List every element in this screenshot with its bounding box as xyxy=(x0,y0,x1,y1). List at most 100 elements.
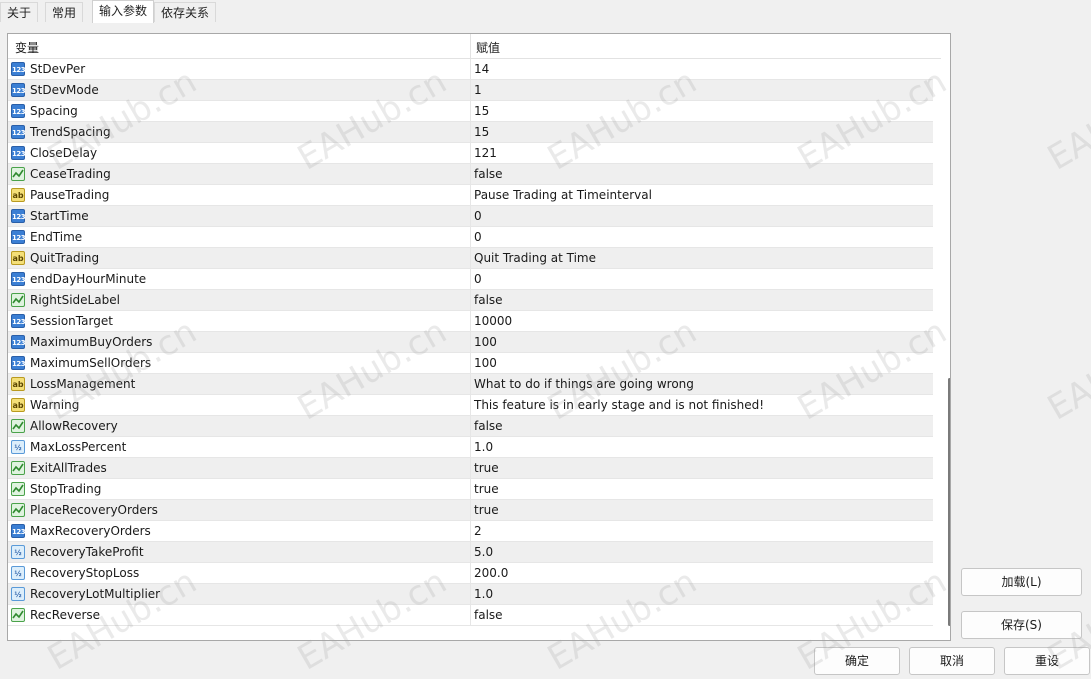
variable-value[interactable]: 10000 xyxy=(474,314,512,328)
column-header-variable[interactable]: 变量 xyxy=(15,39,39,56)
cell-divider xyxy=(470,143,471,164)
variable-value[interactable]: 5.0 xyxy=(474,545,493,559)
table-row[interactable]: ½ RecoveryStopLoss 200.0 xyxy=(8,563,933,584)
variable-name: PauseTrading xyxy=(30,188,110,202)
variable-value[interactable]: What to do if things are going wrong xyxy=(474,377,694,391)
ok-button[interactable]: 确定 xyxy=(814,647,900,675)
cell-divider xyxy=(470,248,471,269)
variable-name: RightSideLabel xyxy=(30,293,120,307)
variable-value[interactable]: 0 xyxy=(474,230,482,244)
table-row[interactable]: 123 StDevMode 1 xyxy=(8,80,933,101)
table-row[interactable]: ½ RecoveryLotMultiplier 1.0 xyxy=(8,584,933,605)
cancel-button[interactable]: 取消 xyxy=(909,647,995,675)
variable-value[interactable]: 100 xyxy=(474,356,497,370)
cell-divider xyxy=(470,59,471,80)
table-row[interactable]: 123 MaximumSellOrders 100 xyxy=(8,353,933,374)
variable-name: MaxRecoveryOrders xyxy=(30,524,151,538)
tab-inputs[interactable]: 输入参数 xyxy=(92,0,155,23)
variable-value[interactable]: 14 xyxy=(474,62,489,76)
variable-name: endDayHourMinute xyxy=(30,272,147,286)
variable-name: StopTrading xyxy=(30,482,102,496)
variable-value[interactable]: 100 xyxy=(474,335,497,349)
variable-value[interactable]: Pause Trading at Timeinterval xyxy=(474,188,652,202)
variable-name: RecReverse xyxy=(30,608,101,622)
tab-about[interactable]: 关于 xyxy=(0,2,39,22)
variable-value[interactable]: 2 xyxy=(474,524,482,538)
table-row[interactable]: ½ MaxLossPercent 1.0 xyxy=(8,437,933,458)
variable-name: StDevPer xyxy=(30,62,86,76)
inputs-table: 变量 赋值 123 StDevPer 14 123 StDevMode 1 123 Spaci… xyxy=(7,33,951,641)
int-icon: 123 xyxy=(11,83,26,97)
table-row[interactable]: ab PauseTrading Pause Trading at Timeinter… xyxy=(8,185,933,206)
bool-icon xyxy=(11,482,25,496)
int-icon: 123 xyxy=(11,209,26,223)
scrollbar-thumb[interactable] xyxy=(948,378,950,626)
load-button[interactable]: 加载(L) xyxy=(961,568,1082,596)
save-button[interactable]: 保存(S) xyxy=(961,611,1082,639)
table-row[interactable]: 123 EndTime 0 xyxy=(8,227,933,248)
variable-name: Spacing xyxy=(30,104,78,118)
table-row[interactable]: 123 MaxRecoveryOrders 2 xyxy=(8,521,933,542)
cell-divider xyxy=(470,332,471,353)
variable-value[interactable]: false xyxy=(474,293,503,307)
tab-common[interactable]: 常用 xyxy=(45,2,84,22)
table-row[interactable]: 123 Spacing 15 xyxy=(8,101,933,122)
cell-divider xyxy=(470,290,471,311)
table-row[interactable]: RightSideLabel false xyxy=(8,290,933,311)
table-row[interactable]: ½ RecoveryTakeProfit 5.0 xyxy=(8,542,933,563)
variable-value[interactable]: 15 xyxy=(474,104,489,118)
variable-value[interactable]: true xyxy=(474,461,499,475)
table-row[interactable]: 123 MaximumBuyOrders 100 xyxy=(8,332,933,353)
variable-value[interactable]: true xyxy=(474,503,499,517)
cell-divider xyxy=(470,206,471,227)
variable-value[interactable]: 15 xyxy=(474,125,489,139)
cell-divider xyxy=(470,605,471,626)
variable-value[interactable]: 121 xyxy=(474,146,497,160)
variable-value[interactable]: true xyxy=(474,482,499,496)
table-row[interactable]: ab Warning This feature is in early stage … xyxy=(8,395,933,416)
table-row[interactable]: 123 CloseDelay 121 xyxy=(8,143,933,164)
column-header-value[interactable]: 赋值 xyxy=(476,39,500,56)
int-icon: 123 xyxy=(11,524,26,538)
table-row[interactable]: StopTrading true xyxy=(8,479,933,500)
variable-value[interactable]: false xyxy=(474,608,503,622)
tab-bar: 关于 常用 输入参数 依存关系 xyxy=(0,0,1091,23)
variable-value[interactable]: false xyxy=(474,167,503,181)
variable-name: CloseDelay xyxy=(30,146,98,160)
table-row[interactable]: PlaceRecoveryOrders true xyxy=(8,500,933,521)
bool-icon xyxy=(11,503,25,517)
tab-dependencies[interactable]: 依存关系 xyxy=(154,2,217,22)
table-row[interactable]: ExitAllTrades true xyxy=(8,458,933,479)
cell-divider xyxy=(470,500,471,521)
variable-value[interactable]: 0 xyxy=(474,209,482,223)
string-icon: ab xyxy=(11,398,25,412)
variable-value[interactable]: false xyxy=(474,419,503,433)
variable-name: SessionTarget xyxy=(30,314,113,328)
table-row[interactable]: 123 StartTime 0 xyxy=(8,206,933,227)
variable-value[interactable]: 200.0 xyxy=(474,566,508,580)
string-icon: ab xyxy=(11,251,25,265)
variable-value[interactable]: This feature is in early stage and is no… xyxy=(474,398,764,412)
table-row[interactable]: 123 StDevPer 14 xyxy=(8,59,933,80)
variable-value[interactable]: 1 xyxy=(474,83,482,97)
vertical-scrollbar[interactable] xyxy=(941,34,950,640)
variable-value[interactable]: 0 xyxy=(474,272,482,286)
column-divider[interactable] xyxy=(470,34,471,59)
table-row[interactable]: CeaseTrading false xyxy=(8,164,933,185)
cell-divider xyxy=(470,227,471,248)
table-row[interactable]: AllowRecovery false xyxy=(8,416,933,437)
table-row[interactable]: 123 SessionTarget 10000 xyxy=(8,311,933,332)
cell-divider xyxy=(470,416,471,437)
table-row[interactable]: ab QuitTrading Quit Trading at Time xyxy=(8,248,933,269)
cell-divider xyxy=(470,311,471,332)
bool-icon xyxy=(11,167,25,181)
table-row[interactable]: ab LossManagement What to do if things are… xyxy=(8,374,933,395)
reset-button[interactable]: 重设 xyxy=(1004,647,1090,675)
table-row[interactable]: 123 endDayHourMinute 0 xyxy=(8,269,933,290)
table-row[interactable]: 123 TrendSpacing 15 xyxy=(8,122,933,143)
bool-icon xyxy=(11,461,25,475)
variable-value[interactable]: 1.0 xyxy=(474,587,493,601)
variable-value[interactable]: 1.0 xyxy=(474,440,493,454)
table-row[interactable]: RecReverse false xyxy=(8,605,933,626)
variable-value[interactable]: Quit Trading at Time xyxy=(474,251,596,265)
